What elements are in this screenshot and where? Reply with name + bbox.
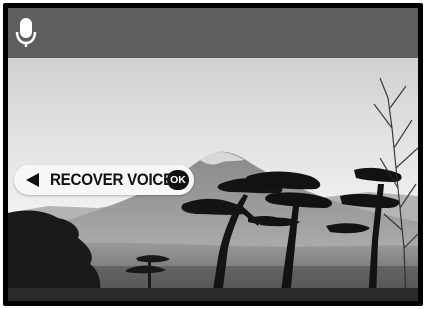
left-arrow-icon[interactable] (26, 173, 39, 187)
camera-lcd-frame: RECOVER VOICE OK (3, 3, 423, 306)
ok-button[interactable]: OK (167, 170, 189, 190)
recover-voice-label: RECOVER VOICE (50, 171, 173, 189)
microphone-icon[interactable] (14, 16, 38, 50)
lcd-screen: RECOVER VOICE OK (8, 8, 418, 301)
foreground-dark (8, 288, 418, 301)
recover-voice-button[interactable]: RECOVER VOICE OK (14, 165, 194, 195)
status-bar (8, 8, 418, 58)
